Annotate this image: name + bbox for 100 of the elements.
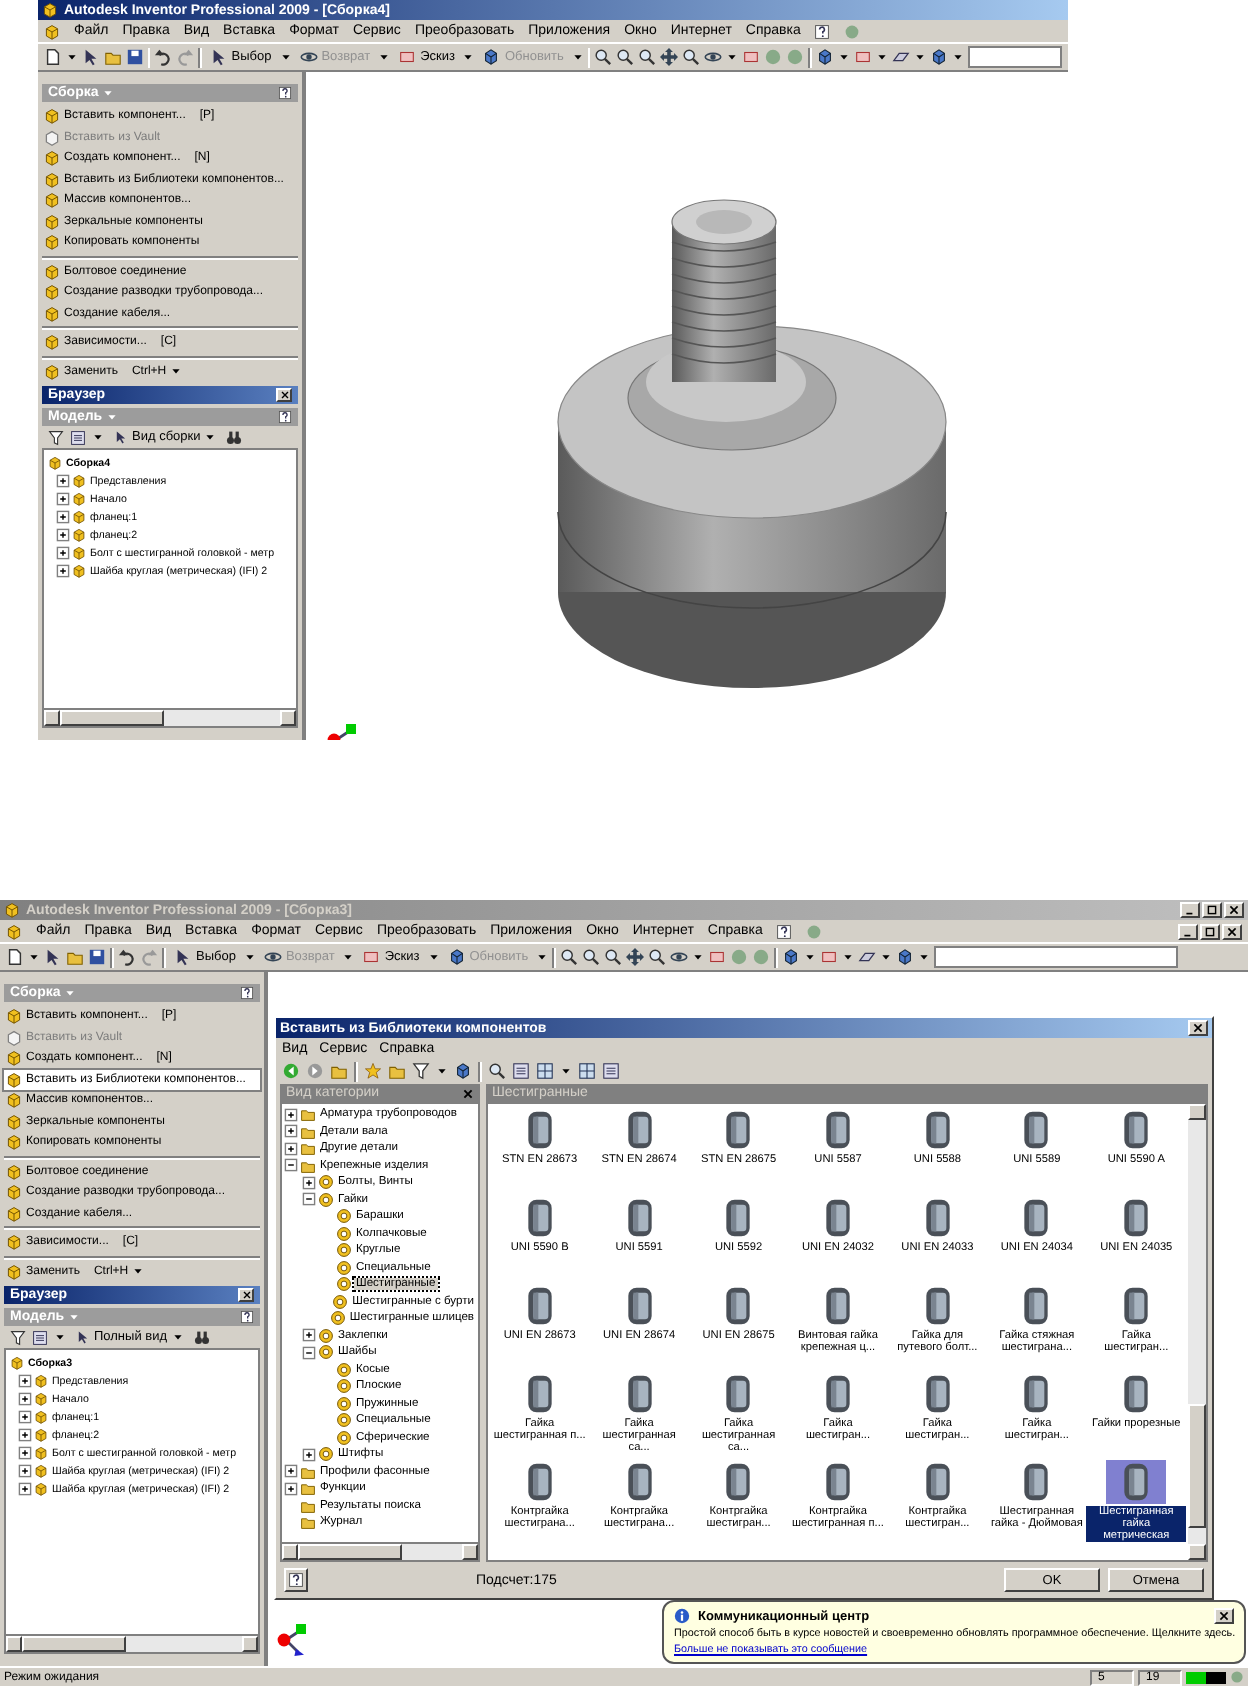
expand-icon[interactable] <box>302 1447 316 1462</box>
expand-icon[interactable] <box>56 564 70 578</box>
expand-icon[interactable] <box>284 1141 298 1156</box>
expand-icon[interactable] <box>284 1124 298 1139</box>
rectangle-icon[interactable] <box>853 48 872 66</box>
cube-icon <box>34 1464 48 1478</box>
close-icon <box>1228 904 1240 916</box>
cube-icon <box>34 1410 48 1424</box>
close-button[interactable] <box>1222 923 1242 939</box>
component-icon <box>6 1050 22 1067</box>
component-icon <box>6 1263 22 1280</box>
expand-icon[interactable] <box>302 1175 316 1190</box>
undo-icon[interactable] <box>154 48 173 66</box>
cursor-icon[interactable] <box>82 48 100 66</box>
rectangle-icon[interactable] <box>708 948 727 966</box>
expand-icon[interactable] <box>18 1392 32 1406</box>
star-icon[interactable] <box>364 1062 382 1080</box>
parallelogram-icon[interactable] <box>858 948 877 966</box>
cube-icon[interactable] <box>929 48 948 66</box>
zoom-icon[interactable] <box>560 948 579 966</box>
component-icon <box>6 1234 22 1251</box>
vertical-scrollbar[interactable] <box>1188 1104 1206 1560</box>
zoom-icon[interactable] <box>638 48 657 66</box>
expand-icon[interactable] <box>18 1482 32 1496</box>
binoculars-icon[interactable] <box>226 429 243 445</box>
expand-icon[interactable] <box>56 474 70 488</box>
folder-icon[interactable] <box>330 1062 348 1080</box>
close-button[interactable] <box>276 388 292 402</box>
component-icon <box>44 363 60 380</box>
horizontal-scrollbar[interactable] <box>280 1544 480 1562</box>
help-icon[interactable] <box>240 1310 254 1324</box>
style-dropdown[interactable] <box>967 46 1062 68</box>
style-dropdown[interactable] <box>934 946 1179 968</box>
grid-view-icon[interactable] <box>536 1062 554 1080</box>
close-icon[interactable] <box>462 1087 474 1099</box>
back-icon[interactable] <box>282 1062 300 1080</box>
help-icon[interactable] <box>240 986 254 1000</box>
close-button[interactable] <box>1188 1020 1208 1036</box>
cube-icon <box>72 528 86 542</box>
zoom-icon[interactable] <box>582 948 601 966</box>
rectangle-icon[interactable] <box>820 948 839 966</box>
zoom-icon[interactable] <box>488 1062 506 1080</box>
save-icon[interactable] <box>88 948 106 966</box>
expand-icon[interactable] <box>18 1374 32 1388</box>
close-button[interactable] <box>238 1288 254 1302</box>
grid-view-icon[interactable] <box>578 1062 596 1080</box>
save-icon[interactable] <box>126 48 144 66</box>
new-file-icon[interactable] <box>6 948 24 966</box>
expand-icon[interactable] <box>284 1107 298 1122</box>
cube-icon[interactable] <box>815 48 834 66</box>
forward-icon[interactable] <box>306 1062 324 1080</box>
expand-icon[interactable] <box>302 1328 316 1343</box>
zoom-icon[interactable] <box>648 948 667 966</box>
minimize-button[interactable] <box>1178 923 1198 939</box>
cursor-icon[interactable] <box>44 948 62 966</box>
collapse-icon[interactable] <box>284 1158 298 1173</box>
list-icon[interactable] <box>512 1062 530 1080</box>
cube-icon <box>34 1482 48 1496</box>
expand-icon[interactable] <box>18 1464 32 1478</box>
move-arrows-icon[interactable] <box>660 48 679 66</box>
component-icon <box>44 263 60 280</box>
expand-icon[interactable] <box>284 1464 298 1479</box>
zoom-icon[interactable] <box>604 948 623 966</box>
expand-icon[interactable] <box>18 1446 32 1460</box>
horizontal-scrollbar[interactable] <box>42 710 298 728</box>
move-arrows-icon[interactable] <box>626 948 645 966</box>
maximize-button[interactable] <box>1200 923 1220 939</box>
expand-icon[interactable] <box>18 1428 32 1442</box>
component-icon <box>44 108 60 125</box>
collapse-icon[interactable] <box>302 1345 316 1360</box>
parallelogram-icon[interactable] <box>891 48 910 66</box>
list-icon[interactable] <box>602 1062 620 1080</box>
cube-icon[interactable] <box>782 948 801 966</box>
horizontal-scrollbar[interactable] <box>4 1636 260 1654</box>
expand-icon[interactable] <box>56 492 70 506</box>
expand-icon[interactable] <box>56 528 70 542</box>
component-icon <box>6 1163 22 1180</box>
collapse-icon[interactable] <box>302 1192 316 1207</box>
folder-icon[interactable] <box>388 1062 406 1080</box>
help-icon[interactable] <box>278 86 292 100</box>
binoculars-icon[interactable] <box>193 1329 210 1345</box>
zoom-icon[interactable] <box>594 48 613 66</box>
cube-icon <box>34 1374 48 1388</box>
cube-icon[interactable] <box>896 948 915 966</box>
expand-icon[interactable] <box>284 1481 298 1496</box>
funnel-icon[interactable] <box>412 1062 430 1080</box>
zoom-icon[interactable] <box>616 48 635 66</box>
cube-icon[interactable] <box>454 1062 472 1080</box>
close-button[interactable] <box>1214 1608 1234 1624</box>
expand-icon[interactable] <box>56 510 70 524</box>
expand-icon[interactable] <box>56 546 70 560</box>
expand-icon[interactable] <box>18 1410 32 1424</box>
new-file-icon[interactable] <box>44 48 62 66</box>
undo-icon[interactable] <box>118 948 136 966</box>
help-button[interactable] <box>284 1568 308 1592</box>
rectangle-icon[interactable] <box>742 48 761 66</box>
help-icon[interactable] <box>776 923 793 939</box>
help-icon[interactable] <box>278 410 292 424</box>
help-icon[interactable] <box>814 23 831 39</box>
zoom-icon[interactable] <box>682 48 701 66</box>
